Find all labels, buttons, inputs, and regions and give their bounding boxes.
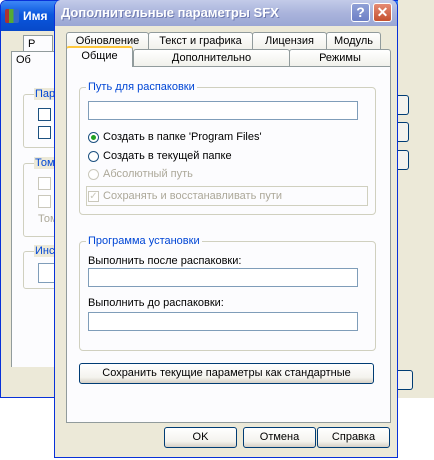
background-tab-1[interactable]: Р <box>23 35 53 51</box>
tab-license[interactable]: Лицензия <box>252 32 327 50</box>
winrar-icon <box>5 9 19 23</box>
tab-text-graphics[interactable]: Текст и графика <box>148 32 253 50</box>
run-before-label: Выполнить до распаковки: <box>88 297 224 309</box>
background-right-button-3[interactable] <box>398 150 409 170</box>
radio-program-files-label: Создать в папке 'Program Files' <box>103 131 262 143</box>
tab-advanced-label: Дополнительно <box>171 52 252 64</box>
ok-button[interactable]: OK <box>164 427 237 448</box>
help-caption-button[interactable]: ? <box>351 3 370 22</box>
help-button[interactable]: Справка <box>317 427 390 448</box>
save-paths-checkbox[interactable]: ✓ Сохранять и восстанавливать пути <box>88 189 282 203</box>
background-right-button-4[interactable] <box>398 370 413 390</box>
radio-current-folder[interactable]: Создать в текущей папке <box>88 149 232 163</box>
tab-module-label: Модуль <box>334 35 373 47</box>
extract-path-group-label: Путь для распаковки <box>86 81 197 93</box>
setup-program-group: Программа установки Выполнить после расп… <box>79 235 376 351</box>
tab-module[interactable]: Модуль <box>326 32 381 50</box>
radio-absolute-path[interactable]: Абсолютный путь <box>88 167 193 181</box>
extract-path-group: Путь для распаковки Создать в папке 'Pro… <box>79 81 376 215</box>
background-tab-2-label: Об <box>16 54 31 66</box>
extract-path-input[interactable] <box>88 101 358 120</box>
background-tab-1-label: Р <box>28 38 36 50</box>
radio-program-files-indicator[interactable] <box>88 131 99 143</box>
radio-absolute-path-indicator[interactable] <box>88 168 99 180</box>
save-paths-check-indicator[interactable]: ✓ <box>88 190 99 202</box>
tab-general[interactable]: Общие <box>66 46 133 67</box>
dialog-titlebar: Дополнительные параметры SFX ? ✕ <box>55 0 397 26</box>
background-checkbox-2[interactable] <box>38 126 51 139</box>
tab-panel-general: Путь для распаковки Создать в папке 'Pro… <box>66 66 391 423</box>
run-before-input[interactable] <box>88 312 358 331</box>
dialog-title: Дополнительные параметры SFX <box>61 5 279 20</box>
cancel-button[interactable]: Отмена <box>243 427 316 448</box>
tab-modes-label: Режимы <box>319 52 361 64</box>
background-checkbox-4[interactable] <box>38 195 51 208</box>
background-window-right-edge <box>398 0 434 398</box>
save-as-default-button[interactable]: Сохранить текущие параметры как стандарт… <box>79 363 374 384</box>
tab-general-label: Общие <box>81 50 118 62</box>
background-checkbox-3[interactable] <box>38 177 51 190</box>
save-paths-label: Сохранять и восстанавливать пути <box>103 190 283 202</box>
radio-absolute-path-label: Абсолютный путь <box>103 168 193 180</box>
run-after-label: Выполнить после распаковки: <box>88 255 242 267</box>
background-title: Имя <box>23 9 48 23</box>
radio-current-folder-indicator[interactable] <box>88 150 99 162</box>
run-after-input[interactable] <box>88 268 358 287</box>
background-checkbox-1[interactable] <box>38 108 51 121</box>
question-mark-icon: ? <box>356 4 365 20</box>
radio-current-folder-label: Создать в текущей папке <box>103 150 232 162</box>
tab-text-graphics-label: Текст и графика <box>159 35 242 47</box>
background-right-button-2[interactable] <box>398 122 409 142</box>
tab-modes[interactable]: Режимы <box>289 49 391 67</box>
tab-license-label: Лицензия <box>265 35 314 47</box>
sfx-options-dialog: Дополнительные параметры SFX ? ✕ Обновле… <box>54 0 398 458</box>
tab-advanced[interactable]: Дополнительно <box>133 49 290 67</box>
close-icon: ✕ <box>376 4 389 20</box>
background-tab-2[interactable]: Об <box>11 51 55 67</box>
radio-program-files[interactable]: Создать в папке 'Program Files' <box>88 130 262 144</box>
setup-program-group-label: Программа установки <box>86 235 202 247</box>
close-caption-button[interactable]: ✕ <box>373 3 392 22</box>
background-right-button-1[interactable] <box>398 95 409 115</box>
